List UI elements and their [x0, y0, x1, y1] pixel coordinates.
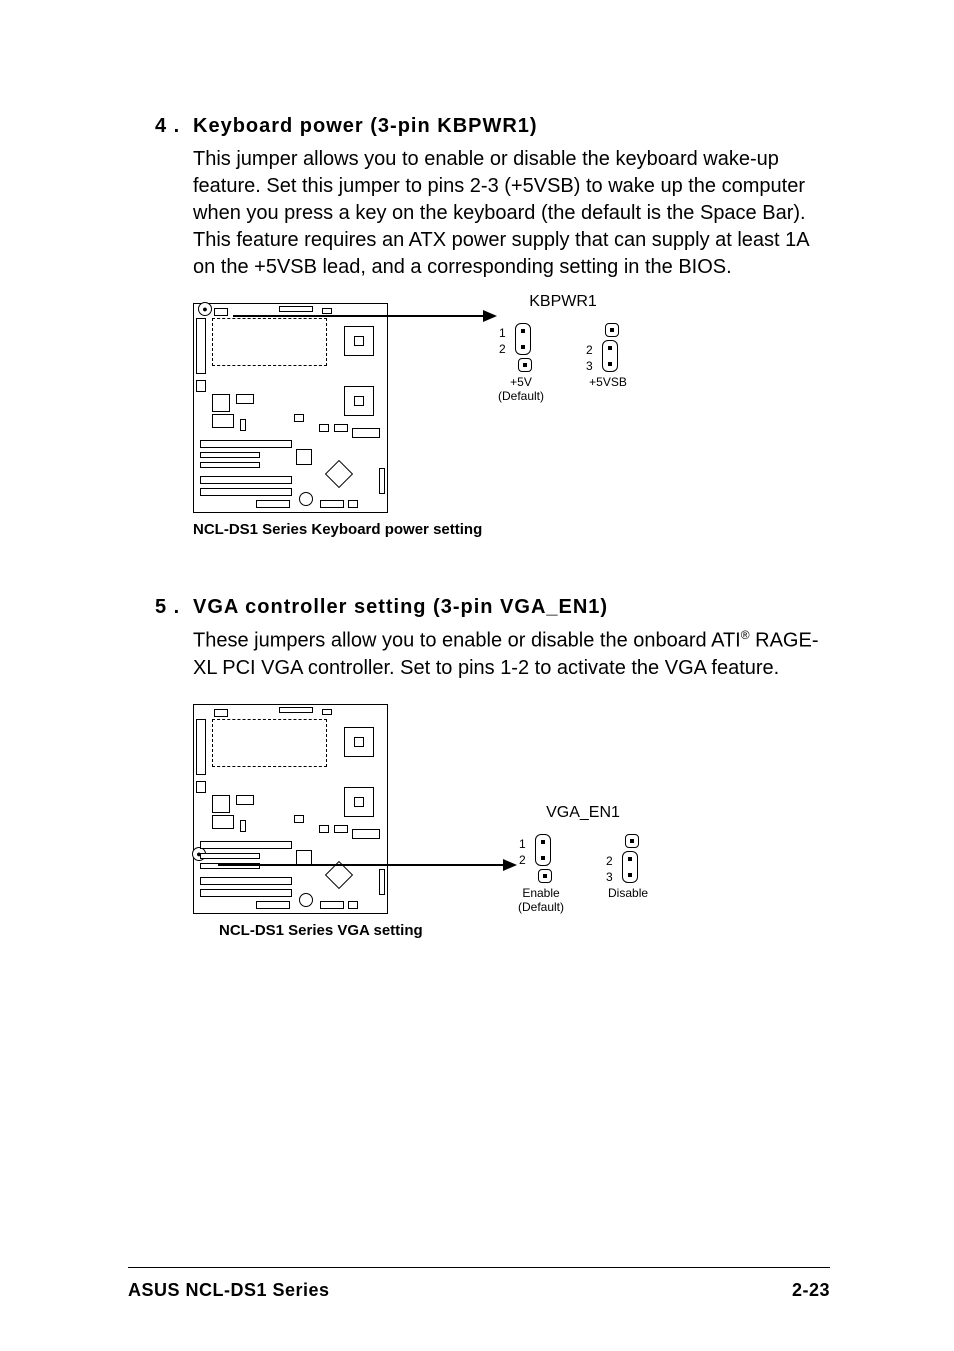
jumper-title: VGA_EN1: [518, 804, 648, 822]
jumper-title: KBPWR1: [498, 293, 628, 311]
section-number: 5 .: [155, 596, 193, 619]
figure-caption: NCL-DS1 Series Keyboard power setting: [193, 521, 830, 538]
section-keyboard-power: 4 . Keyboard power (3-pin KBPWR1) This j…: [155, 115, 830, 538]
callout-marker: ●: [198, 302, 212, 316]
section-number: 4 .: [155, 115, 193, 138]
section-title: VGA controller setting (3-pin VGA_EN1): [193, 596, 608, 619]
jumper-label: +5V: [498, 375, 544, 389]
jumper-sublabel: (Default): [518, 900, 564, 914]
footer-page-number: 2-23: [792, 1280, 830, 1301]
figure-vga: ●: [193, 704, 830, 915]
figure-caption: NCL-DS1 Series VGA setting: [219, 922, 830, 939]
jumper-label: Disable: [608, 886, 648, 900]
jumper-option-5v: 1 2 +5V (Default): [498, 323, 544, 404]
registered-mark: ®: [741, 628, 750, 642]
jumper-settings-kbpwr: KBPWR1 1 2 +5V (Default): [498, 293, 628, 404]
page-footer: ASUS NCL-DS1 Series 2-23: [128, 1267, 830, 1301]
section-vga-controller: 5 . VGA controller setting (3-pin VGA_EN…: [155, 596, 830, 939]
jumper-settings-vga: VGA_EN1 1 2 Enable (Default): [518, 804, 648, 915]
section-heading: 4 . Keyboard power (3-pin KBPWR1): [155, 115, 830, 138]
jumper-label: Enable: [518, 886, 564, 900]
footer-series: ASUS NCL-DS1 Series: [128, 1280, 330, 1301]
jumper-option-disable: 2 3 Disable: [608, 834, 648, 915]
figure-kbpwr: ●: [193, 303, 830, 513]
motherboard-diagram: ●: [193, 303, 388, 513]
jumper-sublabel: (Default): [498, 389, 544, 403]
motherboard-diagram: ●: [193, 704, 388, 914]
jumper-label: +5VSB: [588, 375, 628, 389]
jumper-option-enable: 1 2 Enable (Default): [518, 834, 564, 915]
callout-arrow: [388, 303, 498, 513]
section-body: These jumpers allow you to enable or dis…: [193, 627, 830, 682]
section-heading: 5 . VGA controller setting (3-pin VGA_EN…: [155, 596, 830, 619]
jumper-option-5vsb: 2 3 +5VSB: [588, 323, 628, 404]
section-body: This jumper allows you to enable or disa…: [193, 146, 830, 281]
section-title: Keyboard power (3-pin KBPWR1): [193, 115, 538, 138]
callout-arrow: [388, 704, 518, 914]
